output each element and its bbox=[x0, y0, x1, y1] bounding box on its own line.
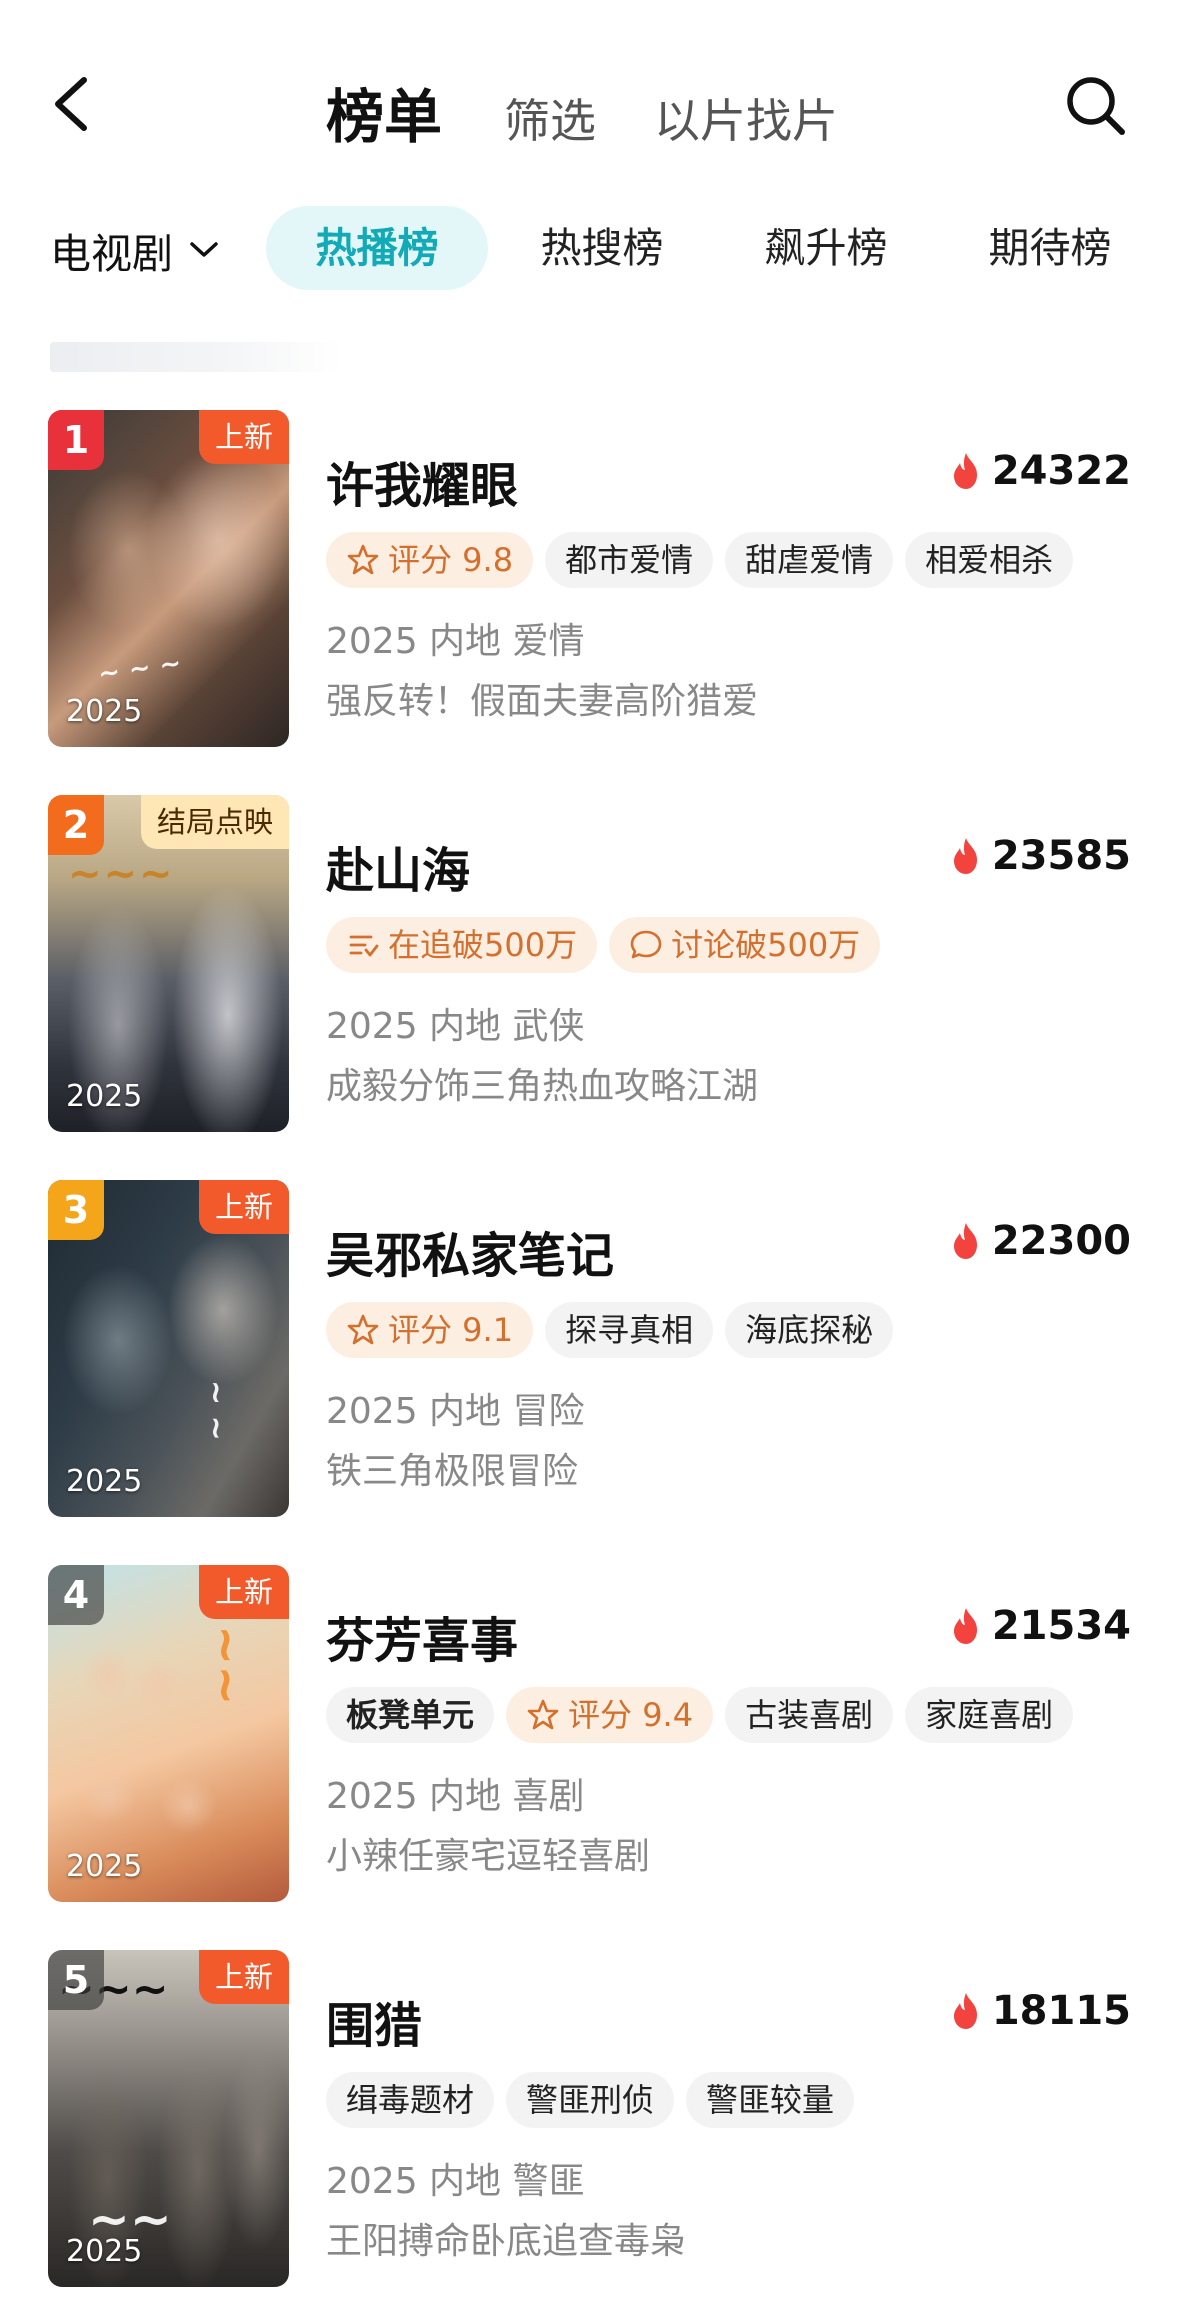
search-icon[interactable] bbox=[1064, 74, 1128, 138]
chevron-down-icon bbox=[190, 242, 218, 257]
genre-tag[interactable]: 缉毒题材 bbox=[326, 2072, 495, 2128]
heat-value: 23585 bbox=[991, 833, 1131, 879]
genre-tag[interactable]: 甜虐爱情 bbox=[725, 532, 894, 588]
show-title[interactable]: 围猎 bbox=[326, 1986, 422, 2056]
category-dropdown[interactable]: 电视剧 bbox=[50, 220, 219, 280]
tab-rising[interactable]: 飙升榜 bbox=[744, 206, 908, 290]
status-badge: 结局点映 bbox=[140, 795, 289, 849]
star-icon bbox=[527, 1699, 559, 1730]
rating-tag: 评分 9.8 bbox=[326, 532, 534, 588]
show-meta: 2025 内地 冒险 bbox=[326, 1391, 585, 1432]
show-title[interactable]: 吴邪私家笔记 bbox=[326, 1216, 614, 1286]
show-description: 小辣任豪宅逗轻喜剧 bbox=[326, 1836, 651, 1877]
genre-tag[interactable]: 海底探秘 bbox=[725, 1302, 894, 1358]
show-meta: 2025 内地 武侠 bbox=[326, 1006, 585, 1047]
discussion-tag: 讨论破500万 bbox=[609, 917, 881, 973]
poster-image[interactable]: ~ ~ ~ 1 上新 2025 bbox=[48, 410, 289, 747]
rank-badge: 4 bbox=[48, 1565, 104, 1625]
comment-icon bbox=[630, 930, 662, 959]
flame-icon bbox=[953, 1993, 977, 2029]
heat-score: 18115 bbox=[950, 1988, 1131, 2034]
star-icon bbox=[347, 1314, 379, 1345]
tab-rankings[interactable]: 榜单 bbox=[326, 70, 442, 154]
flame-icon bbox=[953, 1223, 977, 1259]
flame-icon bbox=[953, 453, 977, 489]
top-tabs: 榜单 筛选 以片找片 bbox=[326, 70, 896, 154]
tab-anticipated[interactable]: 期待榜 bbox=[968, 206, 1132, 290]
status-badge: 上新 bbox=[198, 1565, 289, 1619]
status-badge: 上新 bbox=[198, 410, 289, 464]
category-label: 电视剧 bbox=[50, 230, 173, 278]
poster-year: 2025 bbox=[66, 2234, 143, 2269]
rank-badge: 2 bbox=[48, 795, 104, 855]
genre-tag[interactable]: 探寻真相 bbox=[545, 1302, 714, 1358]
tab-filter[interactable]: 筛选 bbox=[504, 85, 596, 151]
tag-list: 评分 9.8 都市爱情 甜虐爱情 相爱相杀 bbox=[326, 532, 1085, 588]
heat-score: 24322 bbox=[950, 448, 1131, 494]
list-item[interactable]: ~~ 4 上新 2025 芬芳喜事 21534 板凳单元 评分 9.4 古装喜剧… bbox=[0, 1565, 1179, 1950]
show-title[interactable]: 芬芳喜事 bbox=[326, 1601, 518, 1671]
heat-value: 21534 bbox=[991, 1603, 1131, 1649]
poster-image[interactable]: ~ ~ 3 上新 2025 bbox=[48, 1180, 289, 1517]
poster-year: 2025 bbox=[66, 694, 143, 729]
list-item[interactable]: ~~~ ~~ 5 上新 2025 围猎 18115 缉毒题材 警匪刑侦 警匪较量… bbox=[0, 1950, 1179, 2301]
heat-value: 18115 bbox=[991, 1988, 1131, 2034]
show-meta: 2025 内地 警匪 bbox=[326, 2161, 585, 2202]
genre-tag[interactable]: 古装喜剧 bbox=[725, 1687, 894, 1743]
poster-year: 2025 bbox=[66, 1849, 143, 1884]
tab-hot-search[interactable]: 热搜榜 bbox=[520, 206, 684, 290]
show-description: 王阳搏命卧底追查毒枭 bbox=[326, 2221, 687, 2262]
tag-list: 评分 9.1 探寻真相 海底探秘 bbox=[326, 1302, 905, 1358]
scroll-fade-strip bbox=[50, 342, 342, 372]
genre-tag[interactable]: 警匪较量 bbox=[686, 2072, 855, 2128]
tab-hot-play[interactable]: 热播榜 bbox=[266, 206, 488, 290]
show-meta: 2025 内地 喜剧 bbox=[326, 1776, 585, 1817]
top-bar: 榜单 筛选 以片找片 bbox=[0, 0, 1179, 200]
rating-tag: 评分 9.1 bbox=[326, 1302, 534, 1358]
poster-image[interactable]: ~~~ 2 结局点映 2025 bbox=[48, 795, 289, 1132]
list-item[interactable]: ~ ~ ~ 1 上新 2025 许我耀眼 24322 评分 9.8 都市爱情 甜… bbox=[0, 410, 1179, 795]
tag-list: 板凳单元 评分 9.4 古装喜剧 家庭喜剧 bbox=[326, 1687, 1085, 1743]
rank-badge: 3 bbox=[48, 1180, 104, 1240]
rank-tab-bar: 电视剧 热播榜 热搜榜 飙升榜 期待榜 bbox=[0, 206, 1179, 290]
back-arrow-icon[interactable] bbox=[48, 76, 94, 132]
show-title[interactable]: 许我耀眼 bbox=[326, 446, 518, 516]
star-icon bbox=[347, 544, 379, 575]
poster-year: 2025 bbox=[66, 1079, 143, 1114]
show-description: 成毅分饰三角热血攻略江湖 bbox=[326, 1066, 759, 1107]
list-icon bbox=[349, 935, 379, 957]
ranking-list: ~ ~ ~ 1 上新 2025 许我耀眼 24322 评分 9.8 都市爱情 甜… bbox=[0, 410, 1179, 2301]
list-item[interactable]: ~~~ 2 结局点映 2025 赴山海 23585 在追破500万 讨论破500… bbox=[0, 795, 1179, 1180]
rank-badge: 5 bbox=[48, 1950, 104, 2010]
following-tag: 在追破500万 bbox=[326, 917, 598, 973]
rating-tag: 评分 9.4 bbox=[506, 1687, 714, 1743]
genre-tag[interactable]: 相爱相杀 bbox=[905, 532, 1074, 588]
poster-image[interactable]: ~~ 4 上新 2025 bbox=[48, 1565, 289, 1902]
flame-icon bbox=[953, 838, 977, 874]
genre-tag[interactable]: 警匪刑侦 bbox=[506, 2072, 675, 2128]
status-badge: 上新 bbox=[198, 1950, 289, 2004]
tab-find-by-film[interactable]: 以片找片 bbox=[654, 85, 838, 151]
tag-list: 缉毒题材 警匪刑侦 警匪较量 bbox=[326, 2072, 866, 2128]
list-item[interactable]: ~ ~ 3 上新 2025 吴邪私家笔记 22300 评分 9.1 探寻真相 海… bbox=[0, 1180, 1179, 1565]
genre-tag[interactable]: 家庭喜剧 bbox=[905, 1687, 1074, 1743]
heat-score: 22300 bbox=[950, 1218, 1131, 1264]
heat-value: 24322 bbox=[991, 448, 1131, 494]
heat-value: 22300 bbox=[991, 1218, 1131, 1264]
status-badge: 上新 bbox=[198, 1180, 289, 1234]
genre-tag[interactable]: 都市爱情 bbox=[545, 532, 714, 588]
poster-image[interactable]: ~~~ ~~ 5 上新 2025 bbox=[48, 1950, 289, 2287]
show-description: 强反转！假面夫妻高阶猎爱 bbox=[326, 681, 759, 722]
show-title[interactable]: 赴山海 bbox=[326, 831, 470, 901]
brand-tag[interactable]: 板凳单元 bbox=[326, 1687, 495, 1743]
tag-list: 在追破500万 讨论破500万 bbox=[326, 917, 892, 973]
show-meta: 2025 内地 爱情 bbox=[326, 621, 585, 662]
heat-score: 21534 bbox=[950, 1603, 1131, 1649]
heat-score: 23585 bbox=[950, 833, 1131, 879]
poster-year: 2025 bbox=[66, 1464, 143, 1499]
rank-badge: 1 bbox=[48, 410, 104, 470]
flame-icon bbox=[953, 1608, 977, 1644]
show-description: 铁三角极限冒险 bbox=[326, 1451, 579, 1492]
